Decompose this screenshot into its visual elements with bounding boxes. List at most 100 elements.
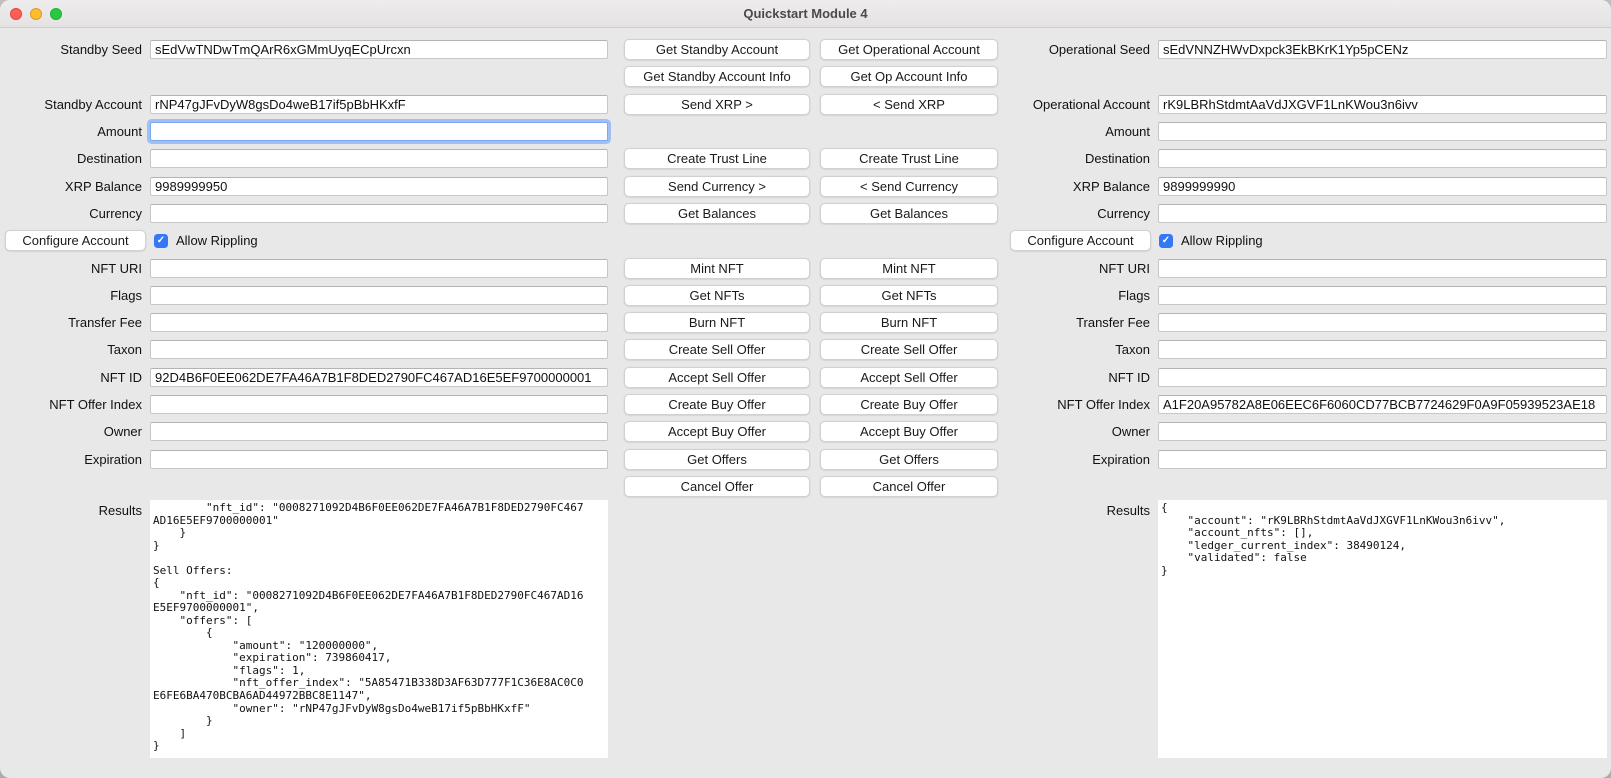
standby-xrp-balance-label: XRP Balance (0, 179, 150, 194)
operational-xrp-balance-input[interactable] (1158, 177, 1607, 196)
standby-currency-input[interactable] (150, 204, 608, 223)
operational-expiration-label: Expiration (1010, 452, 1158, 467)
standby-configure-account-button[interactable]: Configure Account (5, 230, 146, 251)
operational-configure-row: Configure Account Allow Rippling (1010, 230, 1607, 251)
standby-cancel-offer-button[interactable]: Cancel Offer (624, 476, 810, 497)
standby-create-trust-line-button[interactable]: Create Trust Line (624, 148, 810, 169)
standby-nft-offer-index-label: NFT Offer Index (0, 397, 150, 412)
operational-allow-rippling-label: Allow Rippling (1181, 233, 1263, 248)
operational-taxon-input[interactable] (1158, 340, 1607, 359)
operational-accept-sell-offer-button[interactable]: Accept Sell Offer (820, 367, 998, 388)
operational-amount-input[interactable] (1158, 122, 1607, 141)
operational-currency-input[interactable] (1158, 204, 1607, 223)
operational-accept-buy-offer-button[interactable]: Accept Buy Offer (820, 421, 998, 442)
operational-nft-id-input[interactable] (1158, 368, 1607, 387)
standby-mint-nft-button[interactable]: Mint NFT (624, 258, 810, 279)
standby-nft-offer-index-input[interactable] (150, 395, 608, 414)
window-controls (10, 0, 62, 27)
standby-amount-input[interactable] (150, 122, 608, 141)
standby-get-offers-button[interactable]: Get Offers (624, 449, 810, 470)
operational-results-label: Results (1010, 500, 1158, 518)
operational-mint-nft-button[interactable]: Mint NFT (820, 258, 998, 279)
standby-amount-label: Amount (0, 124, 150, 139)
zoom-button[interactable] (50, 8, 62, 20)
standby-accept-sell-offer-button[interactable]: Accept Sell Offer (624, 367, 810, 388)
standby-expiration-input[interactable] (150, 450, 608, 469)
standby-seed-input[interactable] (150, 40, 608, 59)
standby-create-buy-offer-button[interactable]: Create Buy Offer (624, 394, 810, 415)
operational-send-xrp-button[interactable]: < Send XRP (820, 94, 998, 115)
operational-send-currency-button[interactable]: < Send Currency (820, 176, 998, 197)
operational-seed-input[interactable] (1158, 40, 1607, 59)
operational-create-buy-offer-button[interactable]: Create Buy Offer (820, 394, 998, 415)
operational-account-label: Operational Account (1010, 97, 1158, 112)
standby-destination-input[interactable] (150, 149, 608, 168)
standby-seed-label: Standby Seed (0, 42, 150, 57)
standby-burn-nft-button[interactable]: Burn NFT (624, 312, 810, 333)
operational-get-nfts-button[interactable]: Get NFTs (820, 285, 998, 306)
standby-send-currency-button[interactable]: Send Currency > (624, 176, 810, 197)
standby-flags-label: Flags (0, 288, 150, 303)
operational-cancel-offer-button[interactable]: Cancel Offer (820, 476, 998, 497)
standby-send-xrp-button[interactable]: Send XRP > (624, 94, 810, 115)
standby-taxon-input[interactable] (150, 340, 608, 359)
operational-nft-offer-index-input[interactable] (1158, 395, 1607, 414)
standby-xrp-balance-input[interactable] (150, 177, 608, 196)
operational-expiration-input[interactable] (1158, 450, 1607, 469)
get-operational-account-button[interactable]: Get Operational Account (820, 39, 998, 60)
window-title: Quickstart Module 4 (743, 6, 867, 21)
standby-owner-label: Owner (0, 424, 150, 439)
close-button[interactable] (10, 8, 22, 20)
standby-transfer-fee-label: Transfer Fee (0, 315, 150, 330)
standby-expiration-label: Expiration (0, 452, 150, 467)
standby-nft-uri-input[interactable] (150, 259, 608, 278)
get-op-account-info-button[interactable]: Get Op Account Info (820, 66, 998, 87)
operational-flags-input[interactable] (1158, 286, 1607, 305)
standby-get-balances-button[interactable]: Get Balances (624, 203, 810, 224)
standby-create-sell-offer-button[interactable]: Create Sell Offer (624, 339, 810, 360)
operational-flags-label: Flags (1010, 288, 1158, 303)
operational-transfer-fee-input[interactable] (1158, 313, 1607, 332)
operational-amount-label: Amount (1010, 124, 1158, 139)
operational-results-output[interactable]: { "account": "rK9LBRhStdmtAaVdJXGVF1LnKW… (1158, 500, 1607, 758)
operational-owner-label: Owner (1010, 424, 1158, 439)
operational-configure-account-button[interactable]: Configure Account (1010, 230, 1151, 251)
titlebar: Quickstart Module 4 (0, 0, 1611, 28)
standby-owner-input[interactable] (150, 422, 608, 441)
standby-allow-rippling-checkbox[interactable] (154, 234, 168, 248)
app-window: Quickstart Module 4 Standby Seed Get Sta… (0, 0, 1611, 778)
operational-nft-id-label: NFT ID (1010, 370, 1158, 385)
standby-results-output[interactable]: "nft_id": "0008271092D4B6F0EE062DE7FA46A… (150, 500, 608, 758)
standby-transfer-fee-input[interactable] (150, 313, 608, 332)
standby-nft-id-input[interactable] (150, 368, 608, 387)
operational-create-trust-line-button[interactable]: Create Trust Line (820, 148, 998, 169)
standby-results-label: Results (0, 500, 150, 518)
standby-accept-buy-offer-button[interactable]: Accept Buy Offer (624, 421, 810, 442)
get-standby-account-button[interactable]: Get Standby Account (624, 39, 810, 60)
standby-currency-label: Currency (0, 206, 150, 221)
operational-owner-input[interactable] (1158, 422, 1607, 441)
operational-taxon-label: Taxon (1010, 342, 1158, 357)
minimize-button[interactable] (30, 8, 42, 20)
operational-nft-uri-input[interactable] (1158, 259, 1607, 278)
operational-get-balances-button[interactable]: Get Balances (820, 203, 998, 224)
operational-get-offers-button[interactable]: Get Offers (820, 449, 998, 470)
operational-allow-rippling-checkbox[interactable] (1159, 234, 1173, 248)
standby-get-nfts-button[interactable]: Get NFTs (624, 285, 810, 306)
operational-seed-label: Operational Seed (1010, 42, 1158, 57)
operational-destination-input[interactable] (1158, 149, 1607, 168)
operational-burn-nft-button[interactable]: Burn NFT (820, 312, 998, 333)
standby-account-input[interactable] (150, 95, 608, 114)
standby-configure-row: Configure Account Allow Rippling (0, 230, 608, 251)
standby-flags-input[interactable] (150, 286, 608, 305)
get-standby-account-info-button[interactable]: Get Standby Account Info (624, 66, 810, 87)
main-form: Standby Seed Get Standby Account Get Ope… (0, 28, 1611, 778)
operational-create-sell-offer-button[interactable]: Create Sell Offer (820, 339, 998, 360)
operational-account-input[interactable] (1158, 95, 1607, 114)
standby-nft-id-label: NFT ID (0, 370, 150, 385)
operational-nft-uri-label: NFT URI (1010, 261, 1158, 276)
operational-destination-label: Destination (1010, 151, 1158, 166)
standby-destination-label: Destination (0, 151, 150, 166)
operational-nft-offer-index-label: NFT Offer Index (1010, 397, 1158, 412)
standby-account-label: Standby Account (0, 97, 150, 112)
